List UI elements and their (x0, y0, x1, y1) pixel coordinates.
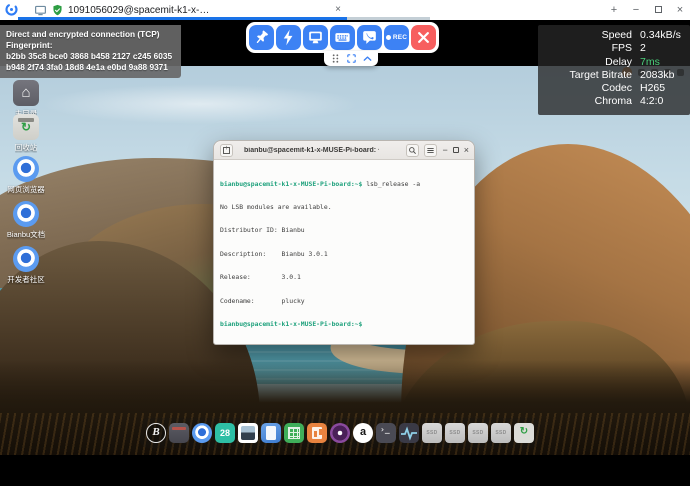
browser-icon (13, 156, 39, 182)
connection-info-overlay: Direct and encrypted connection (TCP) Fi… (0, 25, 181, 78)
terminal-output[interactable]: bianbu@spacemit-k1-x-MUSE-Pi-board:~$ ls… (214, 160, 474, 349)
terminal-maximize-icon[interactable] (453, 147, 459, 153)
dock-trash-icon[interactable] (514, 423, 534, 443)
fingerprint-line: b948 2f74 3fa0 18d8 4e1a e0bd 9a88 9371 (6, 62, 175, 73)
dock-ssd-drive-icon[interactable]: SSD (491, 423, 511, 443)
rustdesk-logo-icon (4, 2, 19, 17)
stat-value: H265 (640, 82, 665, 95)
keyboard-button[interactable] (330, 25, 355, 50)
close-button[interactable]: × (674, 5, 686, 16)
dock-terminal-icon[interactable] (376, 423, 396, 443)
browser-icon (13, 246, 39, 272)
terminal-search-button[interactable] (406, 144, 419, 157)
record-dot-icon (386, 35, 391, 40)
fingerprint-line: b2bb 35c8 bce0 3868 b458 2127 c245 6035 (6, 51, 175, 62)
dock-ssd-drive-icon[interactable]: SSD (422, 423, 442, 443)
active-tab-indicator (18, 17, 347, 20)
stat-label: Target Bitrate (544, 69, 632, 82)
stat-value: 2083kb (640, 69, 674, 82)
desktop-icon-bianbu-docs[interactable]: Bianbu文档 (2, 201, 50, 240)
dock-image-viewer-icon[interactable] (238, 423, 258, 443)
terminal-titlebar[interactable]: bianbu@spacemit-k1-x-MUSE-Pi-board: ~ − … (214, 141, 474, 160)
tab-close-icon[interactable]: × (335, 5, 341, 15)
monitor-icon (34, 4, 47, 17)
disconnect-button[interactable] (411, 25, 436, 50)
home-icon: ⌂ (13, 80, 39, 106)
stat-label: FPS (544, 42, 632, 55)
remote-toolbar: REC (246, 22, 439, 53)
connection-status-text: Direct and encrypted connection (TCP) (6, 29, 175, 40)
dock-ssd-drive-icon[interactable]: SSD (468, 423, 488, 443)
fullscreen-icon[interactable] (346, 53, 357, 64)
stat-label: Chroma (544, 95, 632, 108)
dock-browser-icon[interactable] (192, 423, 212, 443)
toolbar-handle[interactable] (324, 51, 378, 66)
tab-title: 1091056029@spacemit-k1-x-… (68, 5, 209, 16)
remote-viewer-window: 1091056029@spacemit-k1-x-… × + − × (0, 0, 690, 486)
terminal-minimize-icon[interactable]: − (442, 146, 447, 155)
stat-label: Delay (544, 56, 632, 69)
dock-file-manager-icon[interactable] (169, 423, 189, 443)
dock: B 28 a SSD SSD SSD SSD (140, 418, 540, 448)
terminal-new-tab-button[interactable] (220, 144, 233, 157)
dock-documents-icon[interactable] (261, 423, 281, 443)
stat-label: Speed (544, 29, 632, 42)
pin-toolbar-button[interactable] (249, 25, 274, 50)
collapse-chevron-icon[interactable] (362, 53, 373, 64)
dock-calendar-icon[interactable]: 28 (215, 423, 235, 443)
dock-media-player-icon[interactable] (330, 423, 350, 443)
stat-value-delay: 7ms (640, 56, 660, 69)
terminal-menu-button[interactable] (424, 144, 437, 157)
actions-button[interactable] (276, 25, 301, 50)
dock-presentation-icon[interactable] (307, 423, 327, 443)
terminal-title: bianbu@spacemit-k1-x-MUSE-Pi-board: ~ (244, 147, 379, 154)
stat-value: 2 (640, 42, 646, 55)
wallpaper-cloud (40, 84, 360, 124)
window-controls: + − × (608, 0, 686, 20)
terminal-window: bianbu@spacemit-k1-x-MUSE-Pi-board: ~ − … (213, 140, 475, 345)
desktop-icon-dev-community[interactable]: 开发者社区 (2, 246, 50, 285)
maximize-button[interactable] (652, 5, 664, 16)
display-settings-button[interactable] (303, 25, 328, 50)
dock-launcher-icon[interactable]: B (146, 423, 166, 443)
connection-stats-overlay: Speed 0.34kB/s FPS 2 Delay 7ms Target Bitra… (538, 25, 690, 115)
desktop-icon-trash[interactable]: 回收站 (2, 114, 50, 153)
viewer-titlebar: 1091056029@spacemit-k1-x-… × + − × (0, 0, 690, 20)
dock-spreadsheet-icon[interactable] (284, 423, 304, 443)
dock-system-monitor-icon[interactable] (399, 423, 419, 443)
dock-ssd-drive-icon[interactable]: SSD (445, 423, 465, 443)
stat-value: 0.34kB/s (640, 29, 681, 42)
drag-grid-icon[interactable] (330, 53, 341, 64)
stat-label: Codec (544, 82, 632, 95)
tab-strip-edge (347, 17, 430, 20)
record-session-button[interactable]: REC (384, 25, 409, 50)
voice-call-button[interactable] (357, 25, 382, 50)
minimize-button[interactable]: − (630, 5, 642, 16)
fingerprint-label: Fingerprint: (6, 40, 175, 51)
stat-value: 4:2:0 (640, 95, 663, 108)
terminal-close-icon[interactable]: × (464, 146, 469, 155)
new-tab-button[interactable]: + (608, 5, 620, 16)
trash-icon (13, 114, 39, 140)
browser-icon (13, 201, 39, 227)
desktop-icon-web-browser[interactable]: 网页浏览器 (2, 156, 50, 195)
dock-app-store-icon[interactable]: a (353, 423, 373, 443)
secure-shield-icon (51, 4, 64, 17)
